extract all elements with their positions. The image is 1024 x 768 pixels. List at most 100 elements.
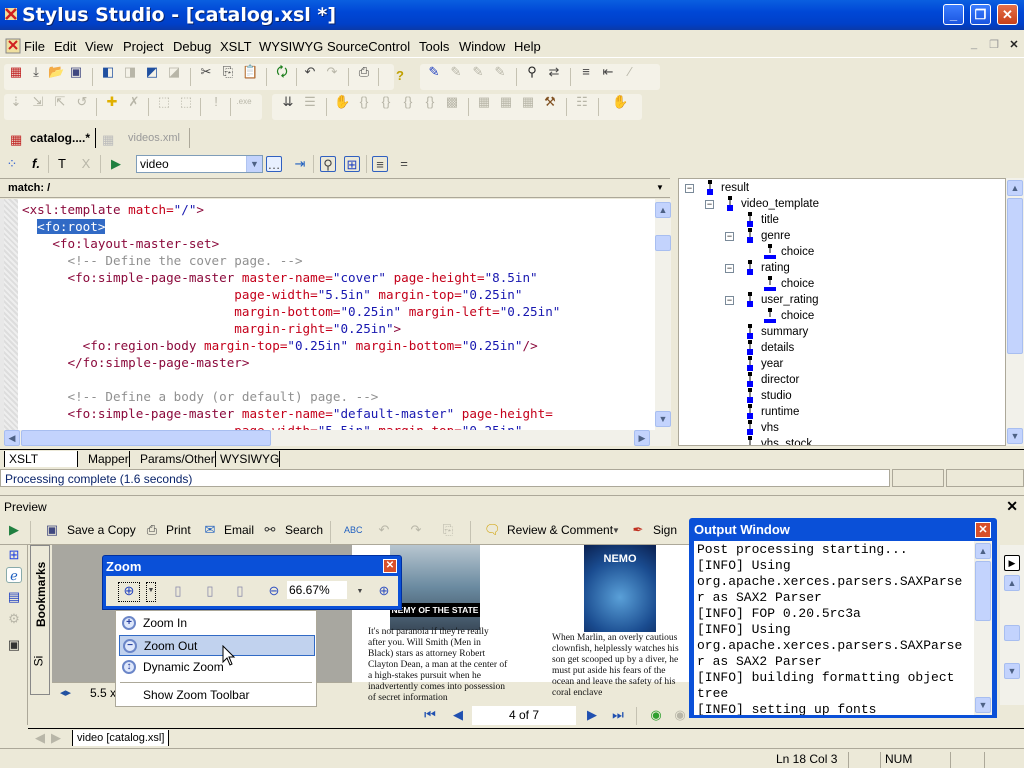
list-icon[interactable]: ☰ — [302, 94, 318, 110]
scroll-thumb[interactable] — [975, 561, 991, 621]
scroll-down-icon[interactable]: ▼ — [1004, 663, 1020, 679]
print-button[interactable]: Print — [166, 523, 191, 537]
debug-step-icon[interactable]: ⇣ — [8, 94, 24, 110]
tree-node-label[interactable]: choice — [781, 276, 814, 292]
output-scrollbar[interactable]: ▲ ▼ — [974, 541, 992, 715]
page-number-field[interactable]: 4 of 7 — [472, 706, 576, 725]
properties-icon[interactable]: ☷ — [574, 94, 590, 110]
browser-icon[interactable]: ℯ — [6, 567, 22, 583]
tab-catalog-xsl[interactable]: ▦ catalog....* — [4, 128, 96, 148]
structure-icon[interactable]: ⊞ — [6, 547, 22, 563]
save-icon[interactable]: ▣ — [68, 64, 84, 80]
window-back-icon[interactable]: ◧ — [100, 64, 116, 80]
zoom-in-icon[interactable]: ⊕ — [376, 583, 392, 599]
zoom-percentage-field[interactable]: 66.67% — [287, 581, 347, 599]
restore-button[interactable]: ❐ — [970, 4, 991, 25]
code-line[interactable] — [22, 371, 560, 388]
paste-icon[interactable]: 📋 — [242, 64, 258, 80]
menu-file[interactable]: File — [24, 39, 45, 54]
close-button[interactable]: ✕ — [997, 4, 1018, 25]
code-line[interactable]: <!-- Define a body (or default) page. --… — [22, 388, 560, 405]
scroll-thumb[interactable] — [1007, 198, 1023, 354]
tree-node-label[interactable]: year — [761, 356, 783, 372]
tab-xslt-source[interactable]: XSLT Source — [4, 451, 78, 482]
text-document-icon[interactable]: ▤ — [6, 589, 22, 605]
code-lines[interactable]: <xsl:template match="/"> <fo:root> <fo:l… — [22, 201, 560, 430]
scroll-left-icon[interactable]: ◀ — [4, 430, 20, 446]
chevron-down-icon[interactable]: ▼ — [352, 584, 368, 600]
scroll-down-icon[interactable]: ▼ — [1007, 428, 1023, 444]
tab-video-catalog[interactable]: video [catalog.xsl] — [72, 730, 170, 746]
menu-debug[interactable]: Debug — [173, 39, 211, 54]
fit-width-icon[interactable]: ▯ — [232, 583, 248, 599]
menu-wysiwyg[interactable]: WYSIWYG — [259, 39, 323, 54]
review-comment-button[interactable]: Review & Comment — [507, 523, 613, 537]
undo-icon[interactable]: ↶ — [376, 522, 392, 538]
output-log[interactable]: Post processing starting... [INFO] Using o… — [697, 542, 973, 715]
scroll-thumb[interactable] — [21, 430, 271, 446]
template-match-bar[interactable]: match: / ▼ — [0, 178, 670, 198]
scroll-down-icon[interactable]: ▼ — [655, 411, 671, 427]
previous-page-icon[interactable]: ◀ — [450, 707, 466, 723]
indent-icon[interactable]: ≡ — [578, 64, 594, 80]
menu-tools[interactable]: Tools — [419, 39, 449, 54]
tab-scroll-right-icon[interactable]: ▶ — [48, 730, 64, 746]
signatures-tab-label[interactable]: Si — [31, 656, 45, 667]
tree-node-label[interactable]: vhs_stock — [761, 436, 812, 445]
code-line[interactable]: <fo:root> — [22, 218, 560, 235]
break-icon[interactable]: ! — [208, 94, 224, 110]
collapse-toggle[interactable]: − — [725, 296, 734, 305]
outdent-icon[interactable]: ⇤ — [600, 64, 616, 80]
function-icon[interactable]: f. — [28, 156, 44, 172]
tree-node-label[interactable]: title — [761, 212, 779, 228]
code-line[interactable]: page-width="5.5in" margin-top="0.25in" — [22, 286, 560, 303]
code-line[interactable]: <fo:simple-page-master master-name="cove… — [22, 269, 560, 286]
open-folder-icon[interactable]: 📂 — [48, 64, 64, 80]
tree-node-label[interactable]: studio — [761, 388, 792, 404]
tree-node-label[interactable]: video_template — [741, 196, 819, 212]
copy-icon[interactable]: ⎘ — [220, 64, 236, 80]
scenario-settings-icon[interactable]: ⇥ — [292, 156, 308, 172]
run-preview-icon[interactable]: ▶ — [108, 156, 124, 172]
sort-icon[interactable]: ⇊ — [280, 94, 296, 110]
window-copy-icon[interactable]: ◨ — [122, 64, 138, 80]
menu-edit[interactable]: Edit — [54, 39, 76, 54]
tab-mapper[interactable]: Mapper — [84, 451, 130, 467]
tree-node-label[interactable]: rating — [761, 260, 790, 276]
code-line[interactable]: margin-bottom="0.25in" margin-left="0.25… — [22, 303, 560, 320]
actual-size-icon[interactable]: ▯ — [170, 583, 186, 599]
tree-node-label[interactable]: details — [761, 340, 794, 356]
debug-step-into-icon[interactable]: ⇲ — [30, 94, 46, 110]
find-icon[interactable]: ⚲ — [524, 64, 540, 80]
code-line[interactable]: <fo:layout-master-set> — [22, 235, 560, 252]
first-page-icon[interactable]: ⏮ — [422, 707, 438, 723]
code-line[interactable]: margin-right="0.25in"> — [22, 320, 560, 337]
bookmark-prev-icon[interactable]: ✎ — [470, 64, 486, 80]
tree-node-label[interactable]: runtime — [761, 404, 799, 420]
new-file-icon[interactable]: ▦ — [8, 64, 24, 80]
zoom-out-icon[interactable]: ⊖ — [266, 583, 282, 599]
tree-node-label[interactable]: genre — [761, 228, 790, 244]
chevron-down-icon[interactable]: ▼ — [246, 156, 262, 172]
bookmark-clear-icon[interactable]: ✎ — [492, 64, 508, 80]
email-button[interactable]: Email — [224, 523, 254, 537]
scroll-up-icon[interactable]: ▲ — [975, 543, 991, 559]
scenario-select[interactable]: video ▼ — [136, 155, 263, 173]
window-forward-icon[interactable]: ◩ — [144, 64, 160, 80]
grid-icon[interactable]: ▦ — [476, 94, 492, 110]
run-icon[interactable]: ▶ — [6, 522, 22, 538]
menu-item-zoom-in[interactable]: + Zoom In — [119, 613, 315, 634]
code-line[interactable]: <fo:simple-page-master master-name="defa… — [22, 405, 560, 422]
window-hand-icon[interactable]: ✋ — [612, 94, 628, 110]
debug-step-out-icon[interactable]: ⇱ — [52, 94, 68, 110]
tree-node-label[interactable]: director — [761, 372, 799, 388]
scroll-down-icon[interactable]: ▼ — [975, 697, 991, 713]
fit-page-icon[interactable]: ▯ — [202, 583, 218, 599]
menu-help[interactable]: Help — [514, 39, 541, 54]
menu-project[interactable]: Project — [123, 39, 163, 54]
browse-scenario-icon[interactable]: … — [266, 156, 282, 172]
go-back-icon[interactable]: ◉ — [648, 707, 664, 723]
bookmarks-panel-tab[interactable]: Bookmarks Si — [30, 545, 50, 695]
text-node-remove-icon[interactable]: X — [78, 156, 94, 172]
go-forward-icon[interactable]: ◉ — [672, 707, 688, 723]
